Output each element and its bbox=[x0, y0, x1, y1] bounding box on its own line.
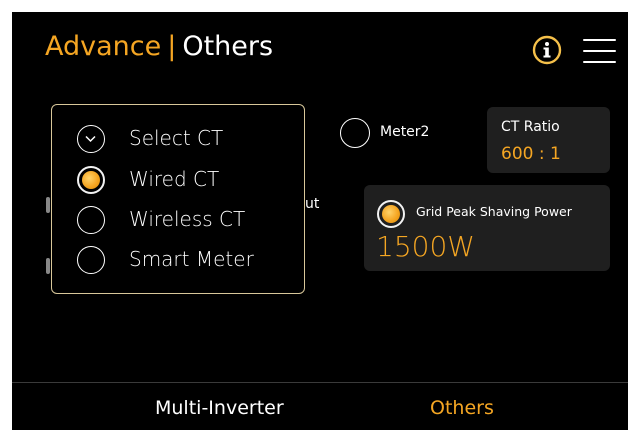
radio-unselected-icon[interactable] bbox=[77, 206, 105, 234]
ct-ratio-label: CT Ratio bbox=[501, 119, 560, 135]
radio-unselected-icon[interactable] bbox=[77, 246, 105, 274]
page-title: Advance | Others bbox=[45, 30, 273, 64]
app-screen: Advance | Others Meter2 ut CT Ratio 600 : … bbox=[12, 12, 628, 430]
grid-peak-shaving-toggle[interactable] bbox=[377, 200, 405, 228]
option-label: Smart Meter bbox=[129, 247, 254, 271]
hamburger-menu-icon[interactable] bbox=[583, 39, 616, 63]
tab-multi-inverter[interactable]: Multi-Inverter bbox=[155, 397, 284, 419]
ct-ratio-panel[interactable]: CT Ratio 600 : 1 bbox=[487, 107, 610, 173]
partial-radio-edge bbox=[46, 197, 50, 213]
meter2-label: Meter2 bbox=[380, 124, 430, 140]
option-wired-ct[interactable]: Wired CT bbox=[52, 162, 304, 198]
partial-radio-edge bbox=[46, 258, 50, 274]
radio-selected-icon[interactable] bbox=[77, 166, 105, 194]
option-label: Wireless CT bbox=[129, 207, 246, 231]
info-icon[interactable] bbox=[532, 35, 562, 65]
grid-peak-shaving-value: 1500W bbox=[376, 230, 475, 263]
ct-select-dropdown[interactable]: Select CT Wired CT Wireless CT Smart Met… bbox=[51, 104, 305, 294]
tab-others[interactable]: Others bbox=[430, 397, 494, 419]
title-others: Others bbox=[182, 31, 274, 62]
ct-ratio-value: 600 : 1 bbox=[501, 144, 561, 164]
grid-peak-shaving-panel[interactable]: Grid Peak Shaving Power 1500W bbox=[364, 185, 610, 271]
option-wireless-ct[interactable]: Wireless CT bbox=[52, 202, 304, 238]
dropdown-header[interactable]: Select CT bbox=[52, 121, 304, 157]
option-smart-meter[interactable]: Smart Meter bbox=[52, 242, 304, 278]
option-label: Wired CT bbox=[129, 167, 220, 191]
title-advance: Advance bbox=[45, 31, 162, 62]
dropdown-header-label: Select CT bbox=[129, 126, 224, 150]
grid-peak-shaving-label: Grid Peak Shaving Power bbox=[416, 204, 572, 219]
chevron-down-icon[interactable] bbox=[77, 125, 105, 153]
meter2-radio[interactable] bbox=[340, 118, 370, 148]
tab-divider bbox=[12, 382, 628, 383]
title-separator: | bbox=[167, 31, 177, 62]
partial-label: ut bbox=[305, 196, 320, 212]
